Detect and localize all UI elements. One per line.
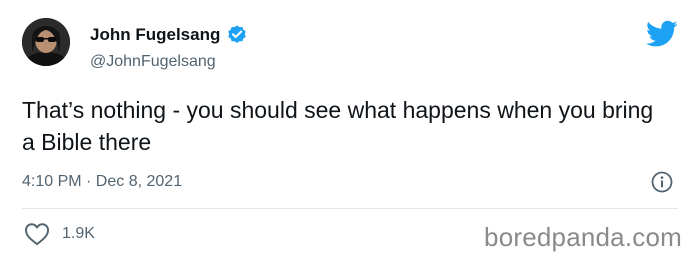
- tweet-card: John Fugelsang @JohnFugelsang That’s not…: [0, 0, 700, 259]
- tweet-timestamp[interactable]: 4:10 PM · Dec 8, 2021: [22, 172, 182, 192]
- author-handle[interactable]: @JohnFugelsang: [90, 52, 216, 72]
- twitter-bird-icon[interactable]: [646, 20, 678, 48]
- divider: [22, 208, 678, 209]
- like-count: 1.9K: [62, 225, 95, 242]
- name-row: John Fugelsang: [90, 24, 248, 46]
- avatar[interactable]: [22, 18, 70, 66]
- avatar-image: [22, 18, 70, 66]
- tweet-text: That’s nothing - you should see what hap…: [22, 97, 654, 155]
- heart-icon: [24, 222, 50, 246]
- display-name[interactable]: John Fugelsang: [90, 25, 220, 45]
- like-button[interactable]: 1.9K: [24, 222, 95, 246]
- info-icon[interactable]: [650, 170, 674, 194]
- watermark: boredpanda.com: [484, 222, 682, 252]
- verified-badge-icon: [226, 24, 248, 46]
